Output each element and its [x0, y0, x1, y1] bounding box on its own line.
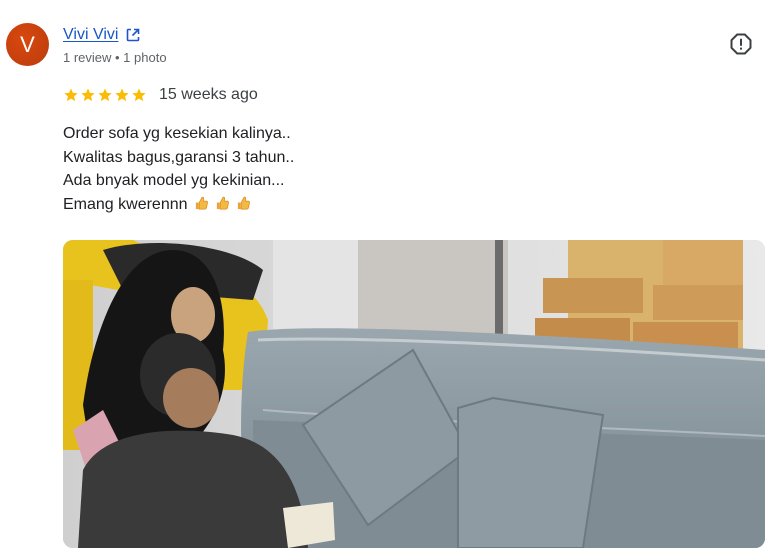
review-photo-image — [63, 240, 765, 548]
thumbs-up-emoji-icon — [216, 196, 229, 209]
review-body: Order sofa yg kesekian kalinya.. Kwalita… — [63, 122, 294, 216]
review-card: V Vivi Vivi 1 review • 1 photo 15 weeks … — [0, 0, 783, 553]
reviewer-name-row: Vivi Vivi — [63, 26, 141, 44]
star-rating — [63, 87, 147, 103]
star-icon — [81, 88, 95, 102]
review-line-text: Emang kwerennn — [63, 195, 188, 213]
review-line: Emang kwerennn — [63, 193, 294, 217]
review-line: Kwalitas bagus,garansi 3 tahun.. — [63, 148, 295, 166]
star-icon — [64, 88, 78, 102]
star-icon — [132, 88, 146, 102]
thumbs-up-emoji-icon — [237, 196, 250, 209]
reviewer-name-link[interactable]: Vivi Vivi — [63, 26, 118, 44]
review-line: Order sofa yg kesekian kalinya.. — [63, 125, 291, 142]
rating-row: 15 weeks ago — [63, 86, 258, 104]
report-icon[interactable] — [729, 32, 753, 56]
reviewer-meta: 1 review • 1 photo — [63, 50, 167, 65]
star-icon — [115, 88, 129, 102]
thumbs-up-emoji-icon — [195, 196, 208, 209]
star-icon — [98, 88, 112, 102]
avatar[interactable]: V — [6, 23, 49, 66]
review-date: 15 weeks ago — [159, 86, 258, 103]
open-in-new-icon[interactable] — [125, 27, 141, 43]
review-photo[interactable] — [63, 240, 765, 548]
review-line: Ada bnyak model yg kekinian... — [63, 172, 285, 189]
